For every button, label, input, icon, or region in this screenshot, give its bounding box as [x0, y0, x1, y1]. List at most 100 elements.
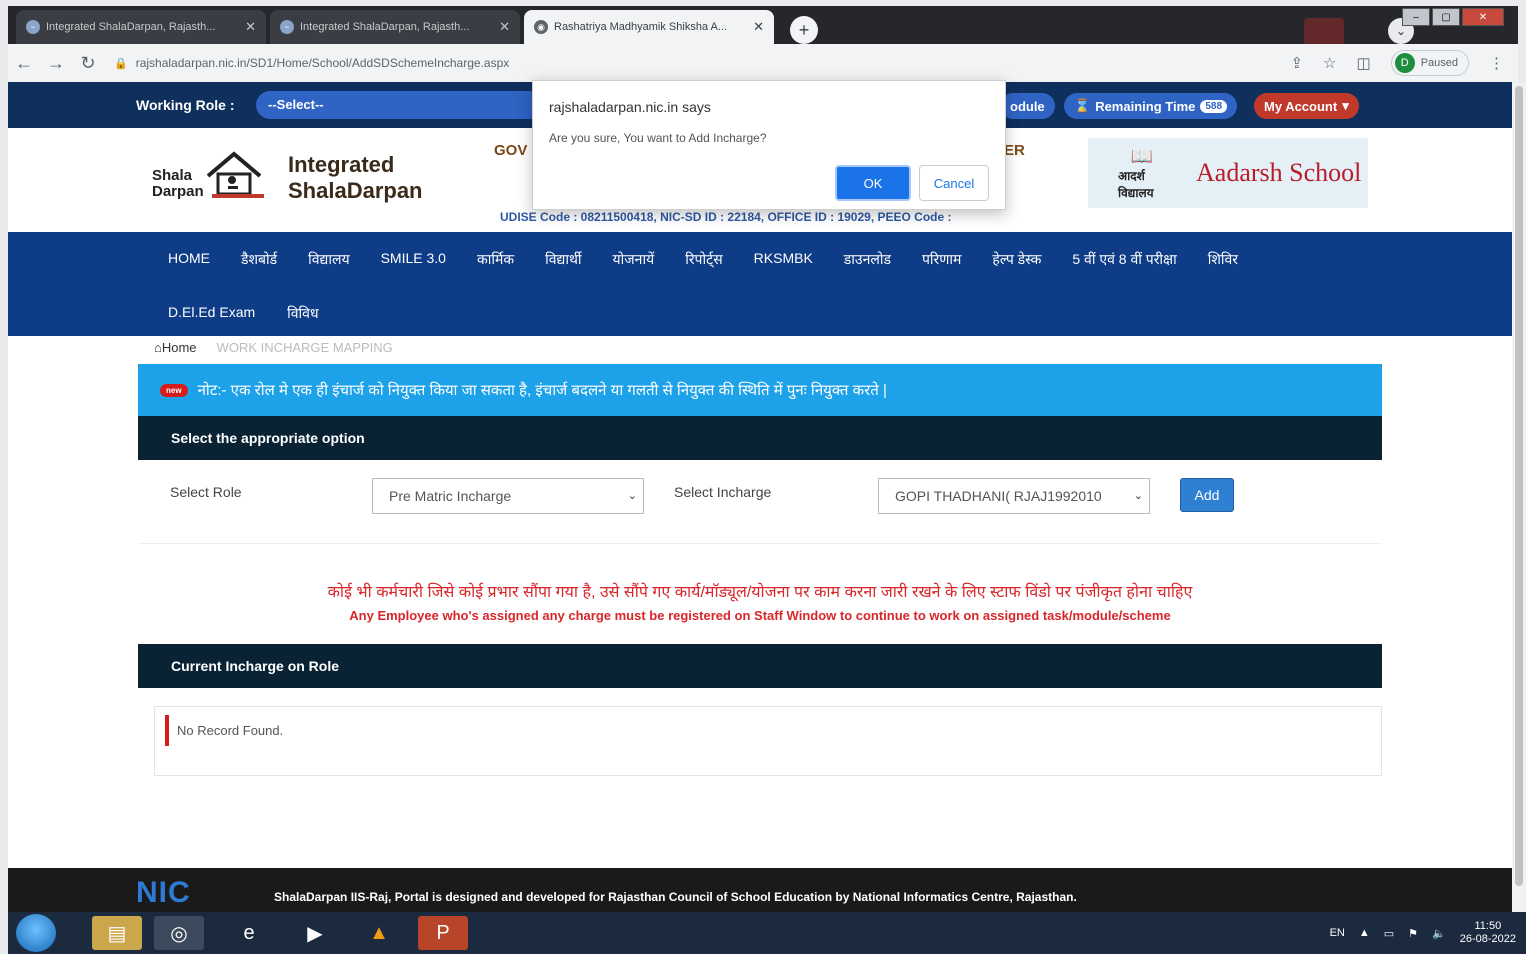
my-account-label: My Account [1264, 98, 1338, 114]
module-button[interactable]: odule [1000, 93, 1055, 119]
registration-warning: कोई भी कर्मचारी जिसे कोई प्रभार सौंपा गय… [138, 544, 1382, 644]
clock-time: 11:50 [1474, 920, 1502, 932]
forward-arrow-icon[interactable]: → [40, 53, 72, 74]
address-bar-row: ← → ↻ 🔒 rajshaladarpan.nic.in/SD1/Home/S… [8, 44, 1518, 82]
sidepanel-icon[interactable]: ◫ [1357, 54, 1371, 72]
dialog-ok-button[interactable]: OK [835, 165, 911, 201]
brand-line2: ShalaDarpan [288, 178, 423, 203]
incharge-form: Select Role Pre Matric Incharge ⌄ Select… [138, 460, 1382, 544]
windows-taskbar: ▤ ◎ e ▶ ▲ P EN ▲ ▭ ⚑ 🔈 11:50 26-08-2022 [8, 912, 1526, 954]
profile-button[interactable]: D Paused [1390, 50, 1469, 76]
url-field[interactable]: 🔒 rajshaladarpan.nic.in/SD1/Home/School/… [114, 56, 1290, 70]
select-incharge-dropdown[interactable]: GOPI THADHANI( RJAJ1992010 ⌄ [878, 478, 1150, 514]
minimize-button[interactable]: ‒ [1402, 8, 1430, 26]
browser-tab-1[interactable]: ~ Integrated ShalaDarpan, Rajasth... ✕ [16, 10, 266, 44]
working-role-select[interactable]: --Select-- [256, 91, 546, 119]
dialog-cancel-button[interactable]: Cancel [919, 165, 989, 201]
nav-item-row1-13[interactable]: शिविर [1208, 246, 1238, 273]
select-role-dropdown[interactable]: Pre Matric Incharge ⌄ [372, 478, 644, 514]
nav-item-row1-8[interactable]: RKSMBK [754, 246, 813, 273]
file-explorer-icon[interactable]: ▤ [92, 916, 142, 950]
network-icon[interactable]: ▭ [1384, 927, 1394, 940]
chrome-icon[interactable]: ◎ [154, 916, 204, 950]
warning-english: Any Employee who's assigned any charge m… [349, 608, 1171, 623]
vlc-icon[interactable]: ▲ [354, 916, 404, 950]
close-icon[interactable]: ✕ [499, 19, 510, 35]
nav-item-row1-5[interactable]: विद्यार्थी [545, 246, 581, 273]
no-record-message: No Record Found. [165, 715, 291, 746]
book-icon: 📖 [1130, 145, 1154, 166]
site-favicon-icon: ~ [280, 20, 294, 34]
confirm-dialog: rajshaladarpan.nic.in says Are you sure,… [532, 80, 1006, 210]
breadcrumb-current: WORK INCHARGE MAPPING [216, 340, 393, 355]
nic-logo: NIC [136, 876, 191, 909]
nav-item-row2-1[interactable]: विविध [287, 300, 318, 327]
nav-item-row1-6[interactable]: योजनायें [613, 246, 655, 273]
new-badge: new [160, 383, 188, 397]
screen: ~ Integrated ShalaDarpan, Rajasth... ✕ ~… [0, 0, 1526, 954]
nav-item-row1-4[interactable]: कार्मिक [477, 246, 514, 273]
bookmark-star-icon[interactable]: ☆ [1323, 54, 1336, 72]
my-account-button[interactable]: My Account ▾ [1254, 93, 1359, 119]
shaladarpan-logo[interactable]: Shala Darpan [152, 150, 272, 206]
flag-icon[interactable]: ⚑ [1408, 927, 1418, 940]
breadcrumb: ⌂Home WORK INCHARGE MAPPING [154, 340, 393, 355]
new-tab-button[interactable]: + [790, 16, 818, 44]
nav-item-row1-11[interactable]: हेल्प डेस्क [992, 246, 1041, 273]
site-favicon-icon: ~ [26, 20, 40, 34]
window-close-button[interactable]: ✕ [1462, 8, 1504, 26]
working-role-label: Working Role : [136, 97, 235, 113]
home-icon: ⌂ [154, 340, 162, 355]
volume-icon[interactable]: 🔈 [1432, 927, 1446, 940]
nav-item-row1-12[interactable]: 5 वीं एवं 8 वीं परीक्षा [1072, 246, 1176, 273]
nav-item-row1-9[interactable]: डाउनलोड [844, 246, 891, 273]
internet-explorer-icon[interactable]: e [224, 916, 274, 950]
nav-item-row1-2[interactable]: विद्यालय [308, 246, 349, 273]
maximize-button[interactable]: ▢ [1432, 8, 1460, 26]
house-icon [206, 151, 264, 198]
nav-item-row1-3[interactable]: SMILE 3.0 [381, 246, 446, 273]
select-incharge-label: Select Incharge [674, 484, 772, 500]
close-icon[interactable]: ✕ [245, 19, 256, 35]
back-arrow-icon[interactable]: ← [8, 53, 40, 74]
remaining-time-badge: 588 [1200, 99, 1228, 113]
share-icon[interactable]: ⇪ [1290, 54, 1303, 72]
system-tray: EN ▲ ▭ ⚑ 🔈 11:50 26-08-2022 [1330, 920, 1516, 946]
add-button[interactable]: Add [1180, 478, 1234, 512]
breadcrumb-home[interactable]: ⌂Home [154, 340, 197, 355]
nav-item-row1-1[interactable]: डैशबोर्ड [241, 246, 277, 273]
browser-tab-3-active[interactable]: ◉ Rashatriya Madhyamik Shiksha A... ✕ [524, 10, 774, 44]
school-codes: UDISE Code : 08211500418, NIC-SD ID : 22… [500, 210, 952, 224]
media-player-icon[interactable]: ▶ [290, 916, 340, 950]
nav-item-row1-7[interactable]: रिपोर्ट्स [685, 246, 722, 273]
browser-tab-2[interactable]: ~ Integrated ShalaDarpan, Rajasth... ✕ [270, 10, 520, 44]
menu-kebab-icon[interactable]: ⋮ [1489, 54, 1504, 72]
clock[interactable]: 11:50 26-08-2022 [1460, 920, 1516, 946]
remaining-time-button[interactable]: ⌛ Remaining Time 588 [1064, 93, 1238, 119]
language-indicator[interactable]: EN [1330, 927, 1345, 939]
toolbar-right: ⇪ ☆ ◫ D Paused ⋮ [1290, 50, 1518, 76]
caret-down-icon: ▾ [1342, 98, 1349, 113]
start-button[interactable] [16, 914, 56, 952]
browser-tab-bar: ~ Integrated ShalaDarpan, Rajasth... ✕ ~… [8, 6, 1518, 46]
warning-hindi: कोई भी कर्मचारी जिसे कोई प्रभार सौंपा गय… [327, 584, 1193, 601]
pdf-extension-icon[interactable] [1304, 18, 1344, 46]
current-incharge-header: Current Incharge on Role [138, 644, 1382, 688]
close-icon[interactable]: ✕ [753, 19, 764, 35]
dialog-message: Are you sure, You want to Add Incharge? [549, 131, 767, 145]
reload-icon[interactable]: ↻ [72, 53, 104, 74]
scrollbar-thumb[interactable] [1515, 86, 1523, 886]
globe-icon: ◉ [534, 20, 548, 34]
site-footer: NIC ShalaDarpan IIS-Raj, Portal is desig… [8, 868, 1512, 912]
powerpoint-icon[interactable]: P [418, 916, 468, 950]
nav-item-row2-0[interactable]: D.El.Ed Exam [168, 300, 255, 327]
chevron-down-icon: ⌄ [627, 490, 637, 502]
aadarsh-title: Aadarsh School [1196, 158, 1362, 187]
window-controls: ‒ ▢ ✕ [1402, 8, 1504, 26]
clock-date: 26-08-2022 [1459, 933, 1516, 945]
nav-item-row1-0[interactable]: HOME [168, 246, 210, 273]
nav-row-2: D.El.Ed Exam विविध [168, 300, 319, 327]
page-scrollbar[interactable] [1512, 82, 1526, 912]
nav-item-row1-10[interactable]: परिणाम [922, 246, 961, 273]
tray-expand-icon[interactable]: ▲ [1359, 927, 1370, 939]
